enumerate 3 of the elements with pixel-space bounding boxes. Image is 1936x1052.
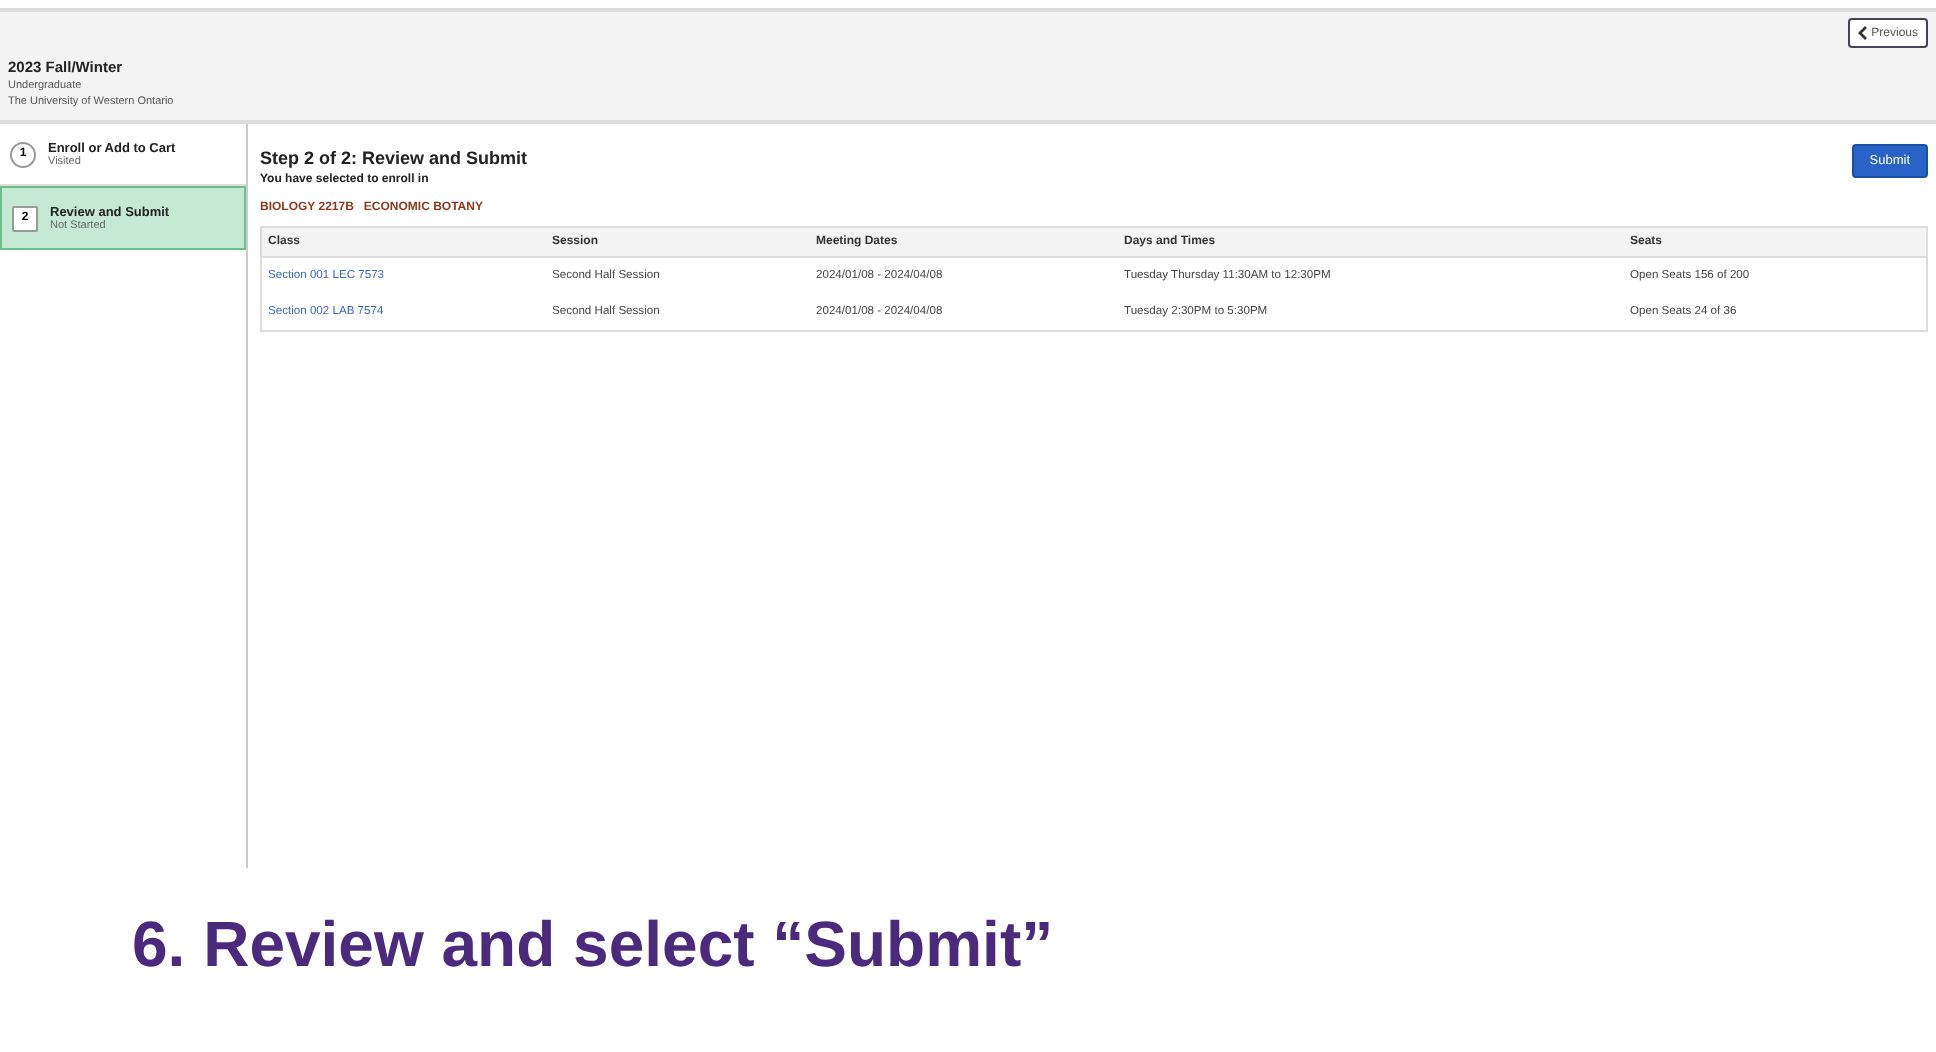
caption-text: 6. Review and select “Submit” <box>132 908 1054 980</box>
step-heading: Step 2 of 2: Review and Submit <box>260 148 528 168</box>
chevron-left-icon <box>1857 26 1868 40</box>
